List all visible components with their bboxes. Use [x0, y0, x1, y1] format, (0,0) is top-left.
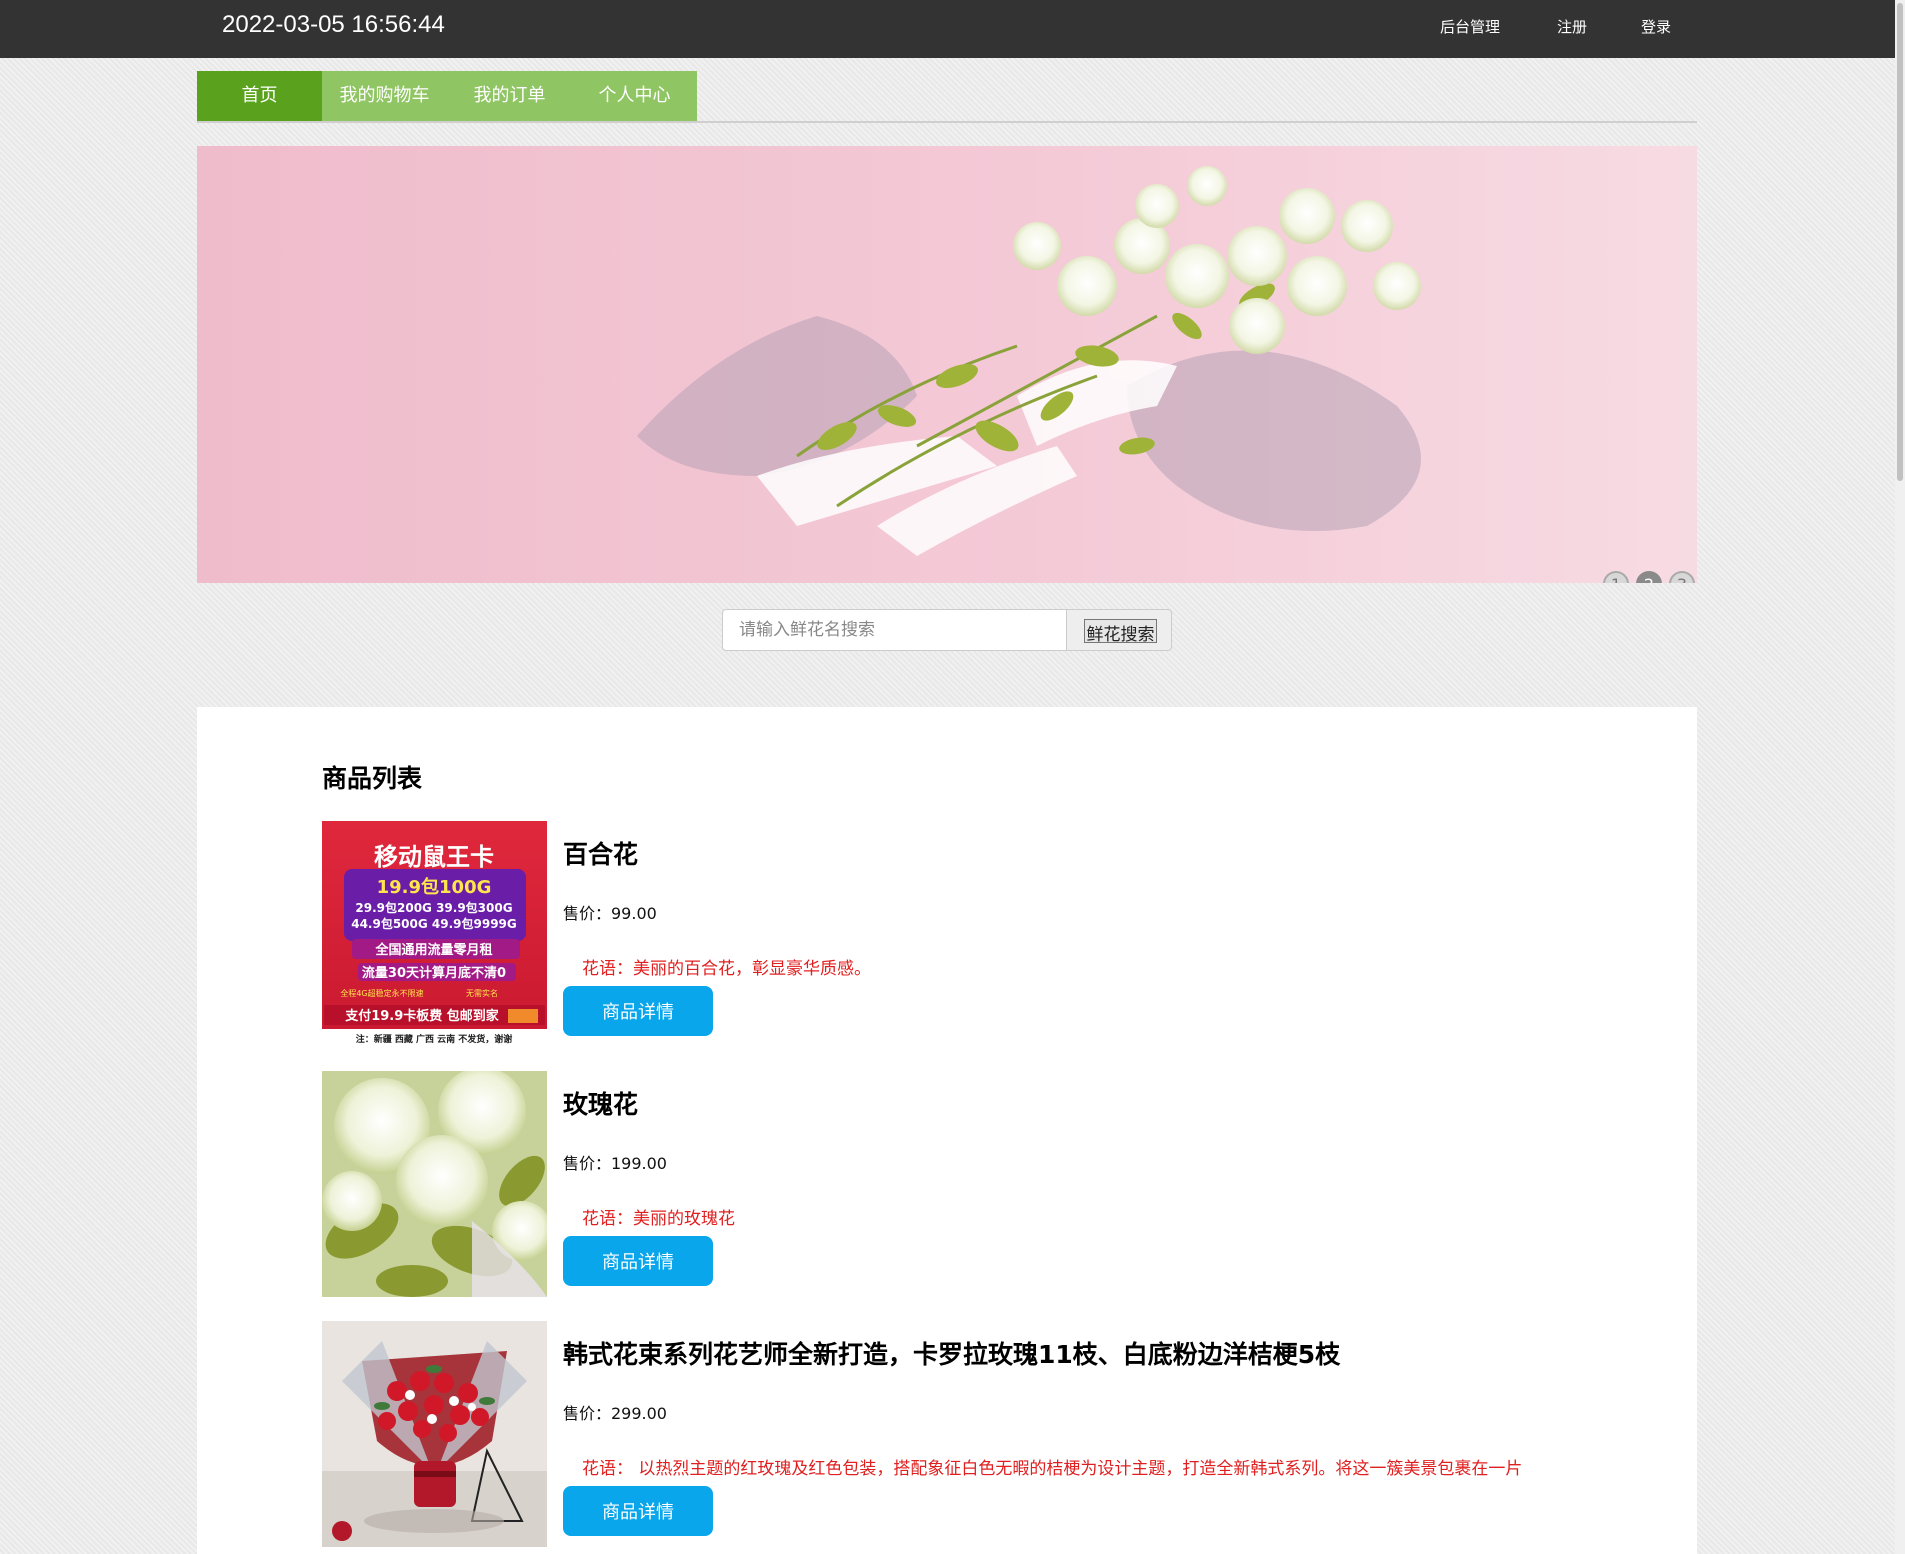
product-item: 玫瑰花 售价：199.00 花语：美丽的玫瑰花 商品详情	[322, 1071, 1622, 1297]
product-item: 移动鼠王卡 19.9包100G 29.9包200G 39.9包300G 44.9…	[322, 821, 1622, 1047]
banner-flower-image	[197, 146, 1697, 583]
admin-link[interactable]: 后台管理	[1440, 16, 1500, 37]
product-name[interactable]: 韩式花束系列花艺师全新打造，卡罗拉玫瑰11枝、白底粉边洋桔梗5枝	[563, 1335, 1340, 1371]
register-link[interactable]: 注册	[1557, 16, 1587, 37]
product-detail-button[interactable]: 商品详情	[563, 986, 713, 1036]
tab-profile[interactable]: 个人中心	[572, 71, 697, 121]
search-button-wrap[interactable]: 鲜花搜索	[1066, 609, 1172, 651]
product-image-bouquet[interactable]	[322, 1321, 547, 1547]
tab-cart[interactable]: 我的购物车	[322, 71, 447, 121]
nav-divider	[197, 121, 1697, 123]
promo-line-5: 流量30天计算月底不清0	[362, 965, 506, 981]
tab-home[interactable]: 首页	[197, 71, 322, 121]
product-price: 售价：299.00	[563, 1404, 667, 1423]
white-roses-image	[322, 1071, 547, 1297]
top-bar: 2022-03-05 16:56:44 后台管理 注册 登录	[0, 0, 1895, 58]
promo-line-8: 支付19.9卡板费 包邮到家	[344, 1008, 500, 1024]
product-name[interactable]: 百合花	[563, 835, 638, 871]
scrollbar-thumb[interactable]	[1897, 3, 1903, 481]
product-price: 售价：199.00	[563, 1154, 667, 1173]
product-item: 韩式花束系列花艺师全新打造，卡罗拉玫瑰11枝、白底粉边洋桔梗5枝 售价：299.…	[322, 1321, 1622, 1547]
promo-line-1: 19.9包100G	[377, 876, 492, 898]
red-bouquet-image	[322, 1321, 547, 1547]
sim-card-ad-image: 移动鼠王卡 19.9包100G 29.9包200G 39.9包300G 44.9…	[322, 821, 547, 1047]
promo-line-4: 全国通用流量零月租	[374, 942, 492, 958]
product-detail-button[interactable]: 商品详情	[563, 1486, 713, 1536]
search-bar: 鲜花搜索	[722, 609, 1172, 651]
search-button[interactable]: 鲜花搜索	[1084, 619, 1157, 645]
login-link[interactable]: 登录	[1641, 16, 1671, 37]
product-name[interactable]: 玫瑰花	[563, 1085, 638, 1121]
promo-line-7: 无需实名	[466, 988, 498, 998]
product-panel: 商品列表 移动鼠王卡 19.9包100G 29.9包200G 39.9包300G…	[197, 707, 1697, 1554]
main-nav: 首页 我的购物车 我的订单 个人中心	[197, 71, 697, 121]
promo-headline: 移动鼠王卡	[374, 843, 494, 871]
product-detail-button[interactable]: 商品详情	[563, 1236, 713, 1286]
section-title: 商品列表	[322, 764, 423, 793]
promo-line-9: 注：新疆 西藏 广西 云南 不发货，谢谢	[356, 1033, 513, 1045]
tab-orders[interactable]: 我的订单	[447, 71, 572, 121]
product-image-roses[interactable]	[322, 1071, 547, 1297]
promo-line-6: 全程4G超稳定永不限速	[340, 988, 423, 998]
banner-carousel[interactable]: 1 2 3	[197, 146, 1697, 583]
promo-line-2: 29.9包200G 39.9包300G	[355, 900, 512, 915]
product-image-promo[interactable]: 移动鼠王卡 19.9包100G 29.9包200G 39.9包300G 44.9…	[322, 821, 547, 1047]
promo-line-3: 44.9包500G 49.9包9999G	[351, 916, 517, 931]
search-input[interactable]	[722, 609, 1066, 651]
product-description: 花语：美丽的玫瑰花	[582, 1209, 735, 1229]
top-links: 后台管理 注册 登录	[0, 16, 1895, 40]
product-description: 花语： 以热烈主题的红玫瑰及红色包装，搭配象征白色无暇的桔梗为设计主题，打造全新…	[582, 1459, 1523, 1479]
product-price: 售价：99.00	[563, 904, 657, 923]
product-description: 花语：美丽的百合花，彰显豪华质感。	[582, 959, 871, 979]
vertical-scrollbar[interactable]	[1895, 0, 1905, 1554]
